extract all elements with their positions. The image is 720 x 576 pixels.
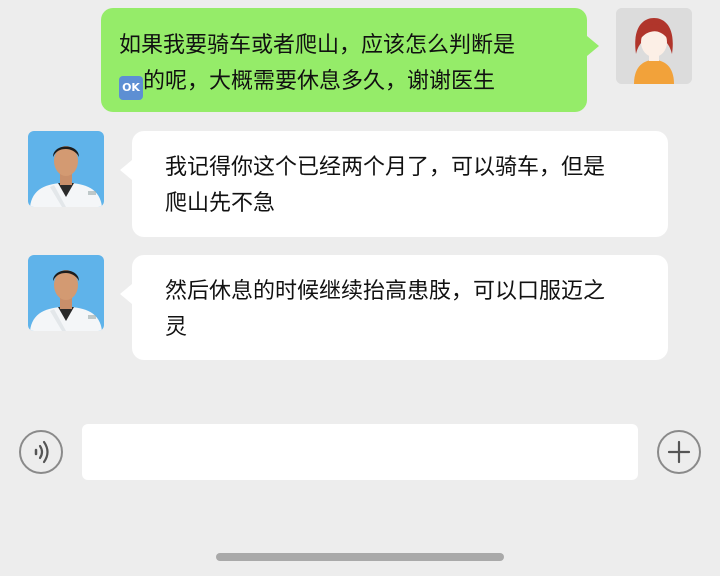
message-bubble-doctor[interactable]: 然后休息的时候继续抬高患肢，可以口服迈之 灵 — [132, 255, 668, 360]
doctor-photo — [28, 255, 104, 331]
message-text-line: 爬山先不急 — [165, 191, 276, 216]
message-text-line: 如果我要骑车或者爬山，应该怎么判断是 — [119, 33, 516, 58]
message-text-line: 我记得你这个已经两个月了，可以骑车，但是 — [165, 155, 606, 180]
doctor-avatar[interactable] — [28, 131, 104, 207]
bubble-tail — [120, 160, 132, 180]
voice-button[interactable] — [19, 430, 63, 474]
message-bubble-doctor[interactable]: 我记得你这个已经两个月了，可以骑车，但是 爬山先不急 — [132, 131, 668, 237]
doctor-photo — [28, 131, 104, 207]
home-indicator[interactable] — [216, 553, 504, 561]
message-text-line: 然后休息的时候继续抬高患肢，可以口服迈之 — [165, 279, 606, 304]
bubble-tail — [587, 36, 599, 56]
bubble-tail — [120, 284, 132, 304]
female-avatar-icon — [616, 8, 692, 84]
message-text-segment: 的呢，大概需要休息多久，谢谢医生 — [143, 69, 496, 94]
message-text-line: OK 的呢，大概需要休息多久，谢谢医生 — [119, 64, 569, 100]
message-text-line: 灵 — [165, 315, 188, 340]
chat-input-bar — [0, 405, 720, 500]
message-input[interactable] — [82, 424, 638, 480]
message-bubble-user[interactable]: 如果我要骑车或者爬山，应该怎么判断是 OK 的呢，大概需要休息多久，谢谢医生 — [101, 8, 587, 112]
voice-icon — [34, 440, 49, 464]
ok-emoji-icon: OK — [119, 76, 143, 100]
user-avatar[interactable] — [616, 8, 692, 84]
add-button[interactable] — [657, 430, 701, 474]
doctor-avatar[interactable] — [28, 255, 104, 331]
plus-icon — [667, 440, 691, 464]
